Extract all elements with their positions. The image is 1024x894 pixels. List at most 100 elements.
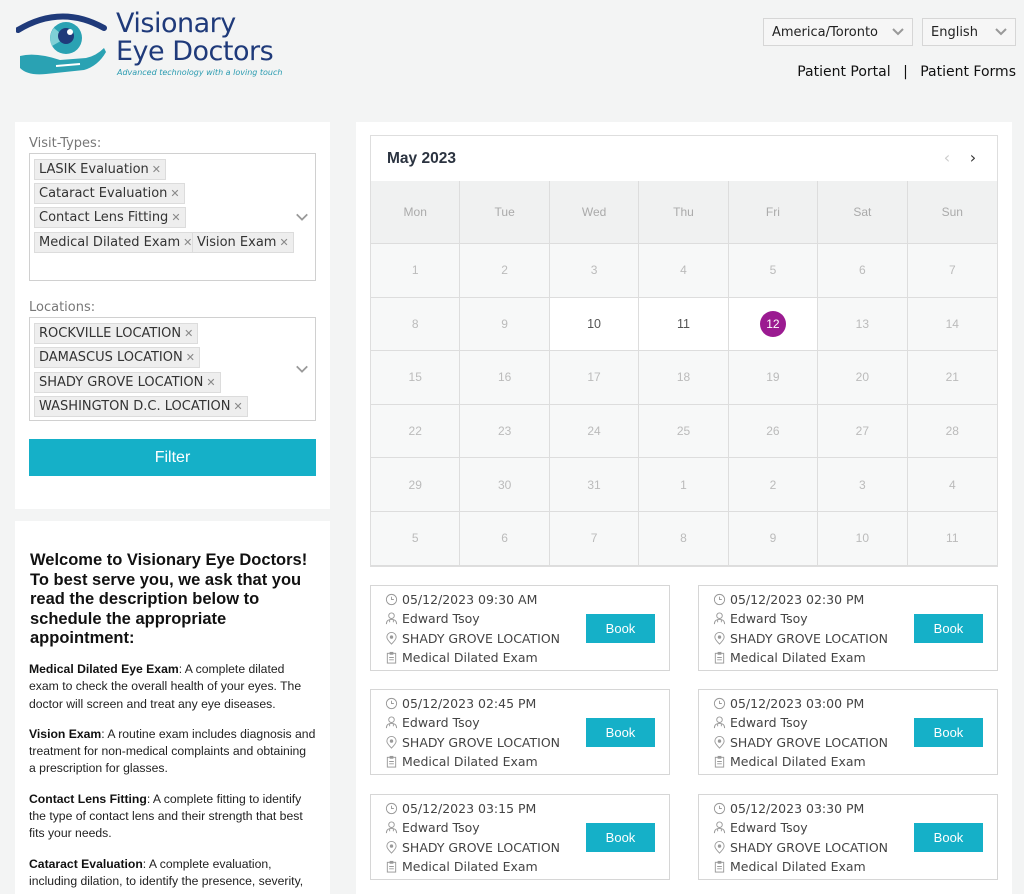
calendar-day: 4 — [639, 244, 729, 298]
slot-location: SHADY GROVE LOCATION — [713, 840, 888, 855]
remove-icon[interactable]: ✕ — [279, 236, 288, 249]
slot-datetime: 05/12/2023 02:30 PM — [713, 592, 864, 607]
clipboard-icon — [385, 755, 398, 768]
visit-types-label: Visit-Types: — [29, 136, 102, 151]
slot-doctor: Edward Tsoy — [385, 820, 480, 835]
visit-type-tag: Vision Exam ✕ — [192, 232, 294, 253]
book-button[interactable]: Book — [914, 614, 983, 643]
slot-datetime: 05/12/2023 02:45 PM — [385, 696, 536, 711]
remove-icon[interactable]: ✕ — [206, 376, 215, 389]
weekday-header: Tue — [460, 181, 550, 244]
previous-month-button[interactable]: ‹ — [935, 146, 959, 170]
visit-description: Contact Lens Fitting: A complete fitting… — [29, 791, 303, 841]
chevron-down-icon[interactable] — [295, 210, 309, 224]
calendar-day: 22 — [371, 404, 461, 459]
timezone-select[interactable]: America/Toronto — [763, 18, 913, 46]
clock-icon — [713, 697, 726, 710]
location-pin-icon — [385, 736, 398, 749]
book-button[interactable]: Book — [586, 614, 655, 643]
calendar-day: 14 — [907, 297, 997, 352]
book-button[interactable]: Book — [914, 823, 983, 852]
remove-icon[interactable]: ✕ — [186, 351, 195, 364]
location-pin-icon — [385, 841, 398, 854]
calendar-day: 15 — [371, 351, 461, 405]
calendar-day: 6 — [818, 244, 908, 298]
brand-name-line1: Visionary — [116, 8, 236, 39]
slot-doctor: Edward Tsoy — [385, 715, 480, 730]
calendar-day: 10 — [818, 511, 908, 566]
slot-location: SHADY GROVE LOCATION — [385, 631, 560, 646]
remove-icon[interactable]: ✕ — [184, 327, 193, 340]
slot-visit: Medical Dilated Exam — [713, 859, 866, 874]
book-button[interactable]: Book — [586, 823, 655, 852]
location-tag: DAMASCUS LOCATION ✕ — [34, 347, 200, 368]
clock-icon — [385, 593, 398, 606]
calendar-day: 3 — [549, 244, 640, 298]
calendar-day: 2 — [460, 244, 550, 298]
doctor-icon — [385, 821, 398, 834]
doctor-icon — [385, 612, 398, 625]
appointment-slot: 05/12/2023 03:30 PM Edward Tsoy SHADY GROV… — [698, 794, 998, 880]
calendar-day: 21 — [907, 351, 997, 405]
slot-doctor: Edward Tsoy — [713, 715, 808, 730]
clipboard-icon — [713, 651, 726, 664]
calendar-day[interactable]: 12 — [728, 297, 819, 352]
calendar-day: 23 — [460, 404, 550, 459]
calendar-day: 27 — [818, 404, 908, 459]
calendar-day: 8 — [639, 511, 729, 566]
calendar-day[interactable]: 11 — [639, 297, 729, 352]
calendar-day: 28 — [907, 404, 997, 459]
visit-description: Medical Dilated Eye Exam: A complete dil… — [29, 661, 302, 711]
patient-forms-link[interactable]: Patient Forms — [920, 64, 1016, 80]
visit-types-multiselect[interactable]: LASIK Evaluation ✕ Cataract Evaluation ✕ C… — [29, 153, 316, 281]
welcome-heading: Welcome to Visionary Eye Doctors! To bes… — [30, 551, 308, 648]
calendar-day: 9 — [460, 297, 550, 352]
location-tag: WASHINGTON D.C. LOCATION ✕ — [34, 396, 248, 417]
calendar-day: 24 — [549, 404, 640, 459]
location-tag: ROCKVILLE LOCATION ✕ — [34, 323, 199, 344]
slot-doctor: Edward Tsoy — [713, 820, 808, 835]
remove-icon[interactable]: ✕ — [171, 211, 180, 224]
visit-type-tag: LASIK Evaluation ✕ — [34, 159, 166, 180]
next-month-button[interactable]: › — [961, 146, 985, 170]
calendar-day: 26 — [728, 404, 819, 459]
location-pin-icon — [713, 841, 726, 854]
weekday-header: Fri — [728, 181, 819, 244]
calendar-day: 19 — [728, 351, 819, 405]
patient-portal-link[interactable]: Patient Portal — [797, 64, 890, 80]
calendar-day: 2 — [728, 458, 819, 512]
calendar-day: 16 — [460, 351, 550, 405]
slot-visit: Medical Dilated Exam — [385, 754, 538, 769]
doctor-icon — [713, 716, 726, 729]
book-button[interactable]: Book — [586, 718, 655, 747]
language-select[interactable]: English — [922, 18, 1016, 46]
calendar-day: 29 — [371, 458, 461, 512]
clipboard-icon — [385, 651, 398, 664]
weekday-header: Mon — [371, 181, 461, 244]
filter-button[interactable]: Filter — [29, 439, 316, 476]
clipboard-icon — [713, 860, 726, 873]
location-tag: SHADY GROVE LOCATION ✕ — [34, 372, 221, 393]
calendar-day: 11 — [907, 511, 997, 566]
chevron-down-icon[interactable] — [295, 362, 309, 376]
doctor-icon — [385, 716, 398, 729]
slot-datetime: 05/12/2023 03:00 PM — [713, 696, 864, 711]
calendar-day: 8 — [371, 297, 461, 352]
slot-datetime: 05/12/2023 09:30 AM — [385, 592, 537, 607]
remove-icon[interactable]: ✕ — [152, 163, 161, 176]
weekday-header: Wed — [549, 181, 640, 244]
info-panel: Welcome to Visionary Eye Doctors! To bes… — [15, 521, 330, 894]
calendar-day[interactable]: 10 — [549, 297, 640, 352]
slot-location: SHADY GROVE LOCATION — [385, 840, 560, 855]
logo[interactable]: Visionary Eye Doctors Advanced technolog… — [16, 8, 286, 83]
location-pin-icon — [713, 736, 726, 749]
remove-icon[interactable]: ✕ — [170, 187, 179, 200]
remove-icon[interactable]: ✕ — [183, 236, 192, 249]
book-button[interactable]: Book — [914, 718, 983, 747]
calendar-day: 30 — [460, 458, 550, 512]
clipboard-icon — [385, 860, 398, 873]
selected-day[interactable]: 12 — [759, 310, 786, 337]
locations-multiselect[interactable]: ROCKVILLE LOCATION ✕ DAMASCUS LOCATION ✕ S… — [29, 317, 316, 421]
remove-icon[interactable]: ✕ — [233, 400, 242, 413]
calendar-day: 13 — [818, 297, 908, 352]
